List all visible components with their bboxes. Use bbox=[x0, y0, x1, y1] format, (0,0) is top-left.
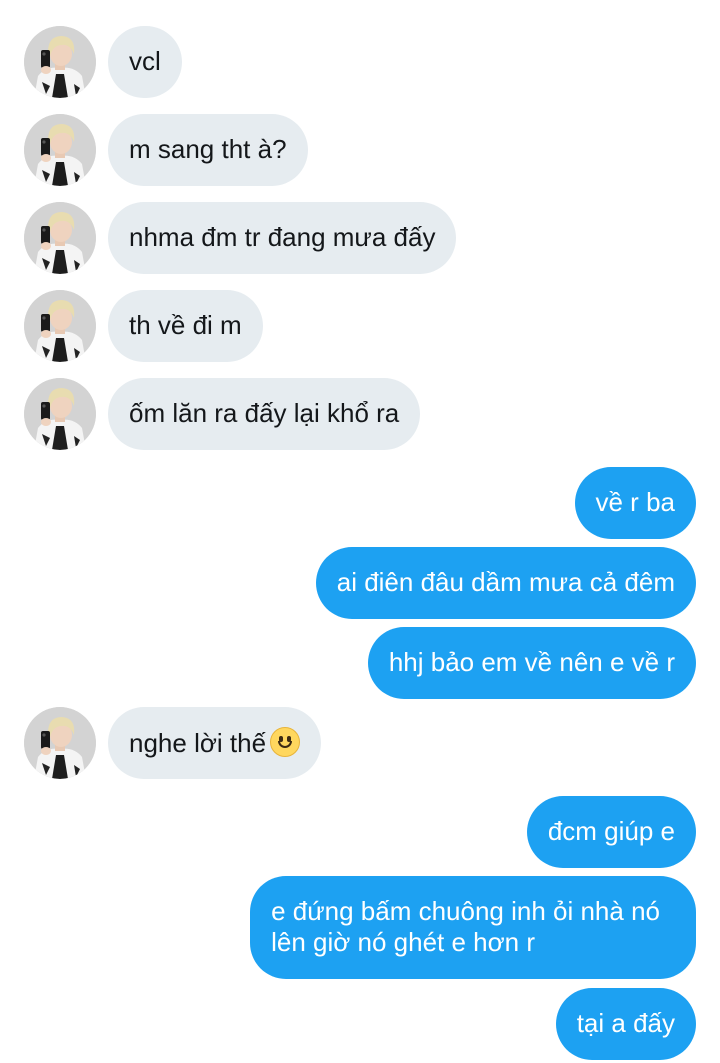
message-text: đcm giúp e bbox=[547, 816, 675, 846]
message-row: e đứng bấm chuông inh ỏi nhà nó lên giờ n… bbox=[0, 876, 720, 979]
message-text: th về đi m bbox=[129, 310, 242, 340]
slightly-smiling-face-icon bbox=[270, 727, 301, 757]
message-row: tại a đấy bbox=[0, 988, 720, 1060]
avatar[interactable] bbox=[24, 707, 96, 779]
message-text: nghe lời thế bbox=[129, 728, 267, 758]
incoming-message-bubble[interactable]: nhma đm tr đang mưa đấy bbox=[108, 202, 457, 274]
incoming-message-bubble[interactable]: vcl bbox=[108, 26, 182, 98]
incoming-message-bubble[interactable]: th về đi m bbox=[108, 290, 263, 362]
message-text: nhma đm tr đang mưa đấy bbox=[129, 222, 436, 252]
avatar[interactable] bbox=[24, 114, 96, 186]
message-text: tại a đấy bbox=[576, 1008, 675, 1038]
outgoing-message-bubble[interactable]: về r ba bbox=[574, 467, 696, 539]
message-row: vcl bbox=[0, 26, 720, 98]
message-row: ai điên đâu dầm mưa cả đêm bbox=[0, 547, 720, 619]
message-text: m sang tht à? bbox=[129, 134, 287, 164]
message-text-line: e đứng bấm chuông inh ỏi nhà nó bbox=[271, 896, 660, 926]
outgoing-message-bubble[interactable]: ai điên đâu dầm mưa cả đêm bbox=[315, 547, 696, 619]
avatar[interactable] bbox=[24, 26, 96, 98]
message-text-line: lên giờ nó ghét e hơn r bbox=[271, 927, 536, 957]
message-text: ai điên đâu dầm mưa cả đêm bbox=[336, 567, 675, 597]
message-row: nghe lời thế bbox=[0, 707, 720, 779]
incoming-message-bubble[interactable]: m sang tht à? bbox=[108, 114, 308, 186]
avatar[interactable] bbox=[24, 290, 96, 362]
message-row: về r ba bbox=[0, 467, 720, 539]
message-row: ốm lăn ra đấy lại khổ ra bbox=[0, 378, 720, 450]
message-row: đcm giúp e bbox=[0, 796, 720, 868]
outgoing-message-bubble[interactable]: đcm giúp e bbox=[526, 796, 696, 868]
outgoing-message-bubble[interactable]: tại a đấy bbox=[555, 988, 696, 1060]
message-row: m sang tht à? bbox=[0, 114, 720, 186]
message-text: ốm lăn ra đấy lại khổ ra bbox=[129, 398, 400, 428]
message-row: th về đi m bbox=[0, 290, 720, 362]
message-row: hhj bảo em về nên e về r bbox=[0, 627, 720, 699]
message-row: nhma đm tr đang mưa đấy bbox=[0, 202, 720, 274]
outgoing-message-bubble[interactable]: e đứng bấm chuông inh ỏi nhà nó lên giờ n… bbox=[250, 876, 696, 979]
avatar[interactable] bbox=[24, 202, 96, 274]
outgoing-message-bubble[interactable]: hhj bảo em về nên e về r bbox=[367, 627, 696, 699]
incoming-message-bubble[interactable]: ốm lăn ra đấy lại khổ ra bbox=[108, 378, 421, 450]
incoming-message-bubble[interactable]: nghe lời thế bbox=[108, 707, 322, 779]
avatar[interactable] bbox=[24, 378, 96, 450]
message-text: về r ba bbox=[595, 487, 676, 517]
message-text: vcl bbox=[129, 46, 161, 76]
message-text: hhj bảo em về nên e về r bbox=[388, 647, 675, 677]
